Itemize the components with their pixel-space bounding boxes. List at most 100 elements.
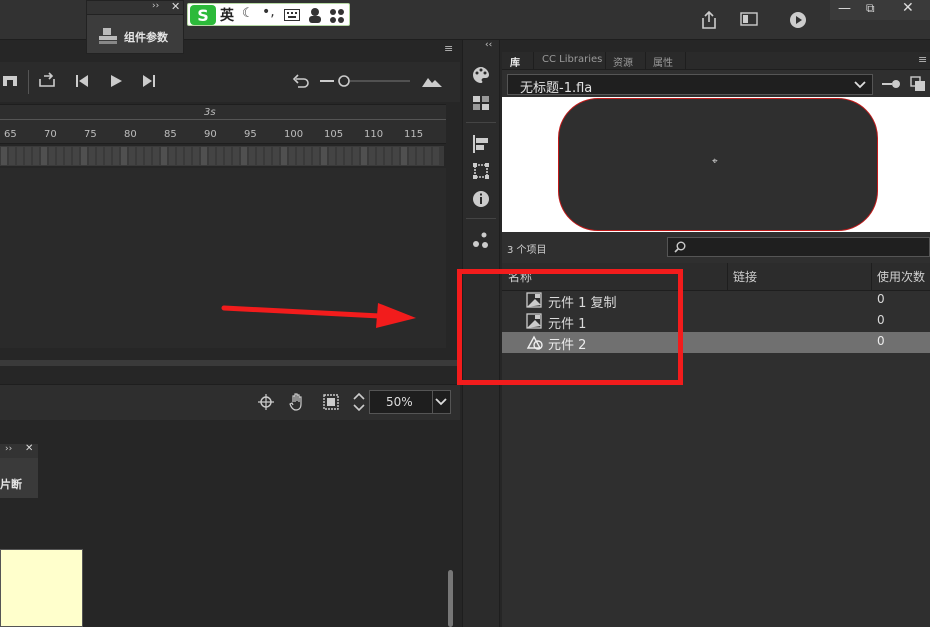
frame-cell[interactable] <box>17 147 23 165</box>
frame-cell[interactable] <box>353 147 359 165</box>
frame-cell[interactable] <box>225 147 231 165</box>
column-use-count[interactable]: 使用次数 <box>877 268 925 285</box>
frame-cell[interactable] <box>233 147 239 165</box>
close-icon[interactable]: ✕ <box>171 0 180 13</box>
grid-menu-icon[interactable] <box>329 8 345 24</box>
frame-cell[interactable] <box>217 147 223 165</box>
close-icon[interactable]: ✕ <box>25 443 33 454</box>
frame-cell[interactable] <box>433 147 439 165</box>
frame-cell[interactable] <box>153 147 159 165</box>
moon-icon[interactable]: ☾ <box>242 6 254 21</box>
play-icon[interactable] <box>108 74 124 88</box>
new-library-panel-icon[interactable] <box>910 76 926 92</box>
frame-cell[interactable] <box>265 147 271 165</box>
frame-cell[interactable] <box>185 147 191 165</box>
frame-cell[interactable] <box>377 147 383 165</box>
expand-icon[interactable]: ›› <box>5 444 12 454</box>
ime-language[interactable]: 英 <box>220 5 234 25</box>
expand-icon[interactable]: ›› <box>152 1 159 11</box>
frame-cell[interactable] <box>81 147 87 165</box>
frame-cell[interactable] <box>249 147 255 165</box>
frame-cell[interactable] <box>177 147 183 165</box>
frame-cell[interactable] <box>209 147 215 165</box>
frame-cell[interactable] <box>73 147 79 165</box>
frame-cell[interactable] <box>409 147 415 165</box>
frame-cell[interactable] <box>385 147 391 165</box>
screen-mode-icon[interactable] <box>740 12 758 26</box>
frame-cell[interactable] <box>137 147 143 165</box>
ime-toolbar[interactable]: S 英 ☾ •, <box>187 3 350 26</box>
frame-cell[interactable] <box>361 147 367 165</box>
document-dropdown[interactable]: 无标题-1.fla <box>507 74 873 96</box>
zoom-stepper[interactable] <box>352 390 366 414</box>
window-close-icon[interactable]: ✕ <box>902 0 914 16</box>
loop-icon[interactable] <box>38 72 56 88</box>
frame-cell[interactable] <box>393 147 399 165</box>
center-stage-icon[interactable] <box>258 394 274 410</box>
zoom-slider[interactable] <box>320 74 412 88</box>
frame-cell[interactable] <box>57 147 63 165</box>
frame-cell[interactable] <box>369 147 375 165</box>
frame-cell[interactable] <box>169 147 175 165</box>
column-divider[interactable] <box>871 263 872 291</box>
timeline-scrollbar[interactable] <box>0 360 460 366</box>
mountain-icon[interactable] <box>422 75 442 87</box>
transform-icon[interactable] <box>470 160 492 182</box>
stage-canvas[interactable] <box>0 549 83 627</box>
frame-cell[interactable] <box>313 147 319 165</box>
frame-cell[interactable] <box>113 147 119 165</box>
frame-icon[interactable] <box>2 74 18 88</box>
swatches-icon[interactable] <box>470 92 492 114</box>
frame-cell[interactable] <box>9 147 15 165</box>
collapse-icon[interactable]: ‹‹ <box>485 40 492 50</box>
stage-scrollbar[interactable] <box>448 570 453 627</box>
test-movie-icon[interactable] <box>788 10 808 30</box>
frame-cell[interactable] <box>273 147 279 165</box>
frame-cell[interactable] <box>65 147 71 165</box>
tab-assets[interactable]: 资源 <box>613 54 633 69</box>
frame-cell[interactable] <box>401 147 407 165</box>
frame-cell[interactable] <box>281 147 287 165</box>
frame-cell[interactable] <box>145 147 151 165</box>
frame-cell[interactable] <box>25 147 31 165</box>
tab-properties[interactable]: 属性 <box>653 54 673 69</box>
frame-cell[interactable] <box>193 147 199 165</box>
frame-cell[interactable] <box>257 147 263 165</box>
pin-icon[interactable] <box>882 78 902 90</box>
frame-cell[interactable] <box>297 147 303 165</box>
chevron-down-icon[interactable] <box>854 80 866 90</box>
panel-menu-icon[interactable]: ≡ <box>444 42 453 55</box>
frame-cell[interactable] <box>345 147 351 165</box>
frame-cell[interactable] <box>41 147 47 165</box>
punctuation-icon[interactable]: •, <box>262 4 275 20</box>
frame-cell[interactable] <box>289 147 295 165</box>
frame-cell[interactable] <box>321 147 327 165</box>
chevron-down-icon[interactable] <box>435 397 447 407</box>
restore-icon[interactable]: ⧉ <box>866 1 875 16</box>
frame-cell[interactable] <box>1 147 7 165</box>
keyboard-icon[interactable] <box>284 9 300 21</box>
frame-cell[interactable] <box>89 147 95 165</box>
align-icon[interactable] <box>470 133 492 155</box>
library-search-input[interactable] <box>667 237 930 257</box>
frame-cell[interactable] <box>201 147 207 165</box>
tab-cc-libraries[interactable]: CC Libraries <box>542 54 602 65</box>
frame-cell[interactable] <box>241 147 247 165</box>
step-forward-icon[interactable] <box>141 74 157 88</box>
share-icon[interactable] <box>700 10 718 30</box>
frame-cell[interactable] <box>161 147 167 165</box>
timeline-ruler[interactable]: 3s 65 70 75 80 85 90 95 100 105 110 115 <box>0 104 446 144</box>
hand-tool-icon[interactable] <box>289 392 307 412</box>
frame-cell[interactable] <box>329 147 335 165</box>
frame-cell[interactable] <box>305 147 311 165</box>
frame-cell[interactable] <box>425 147 431 165</box>
tab-library[interactable]: 库 <box>510 54 520 69</box>
color-palette-icon[interactable] <box>470 64 492 86</box>
info-icon[interactable] <box>470 188 492 210</box>
frame-cell[interactable] <box>129 147 135 165</box>
frame-cell[interactable] <box>121 147 127 165</box>
step-back-icon[interactable] <box>74 74 90 88</box>
column-divider[interactable] <box>727 263 728 291</box>
frame-cell[interactable] <box>97 147 103 165</box>
minimize-icon[interactable]: — <box>838 1 851 16</box>
